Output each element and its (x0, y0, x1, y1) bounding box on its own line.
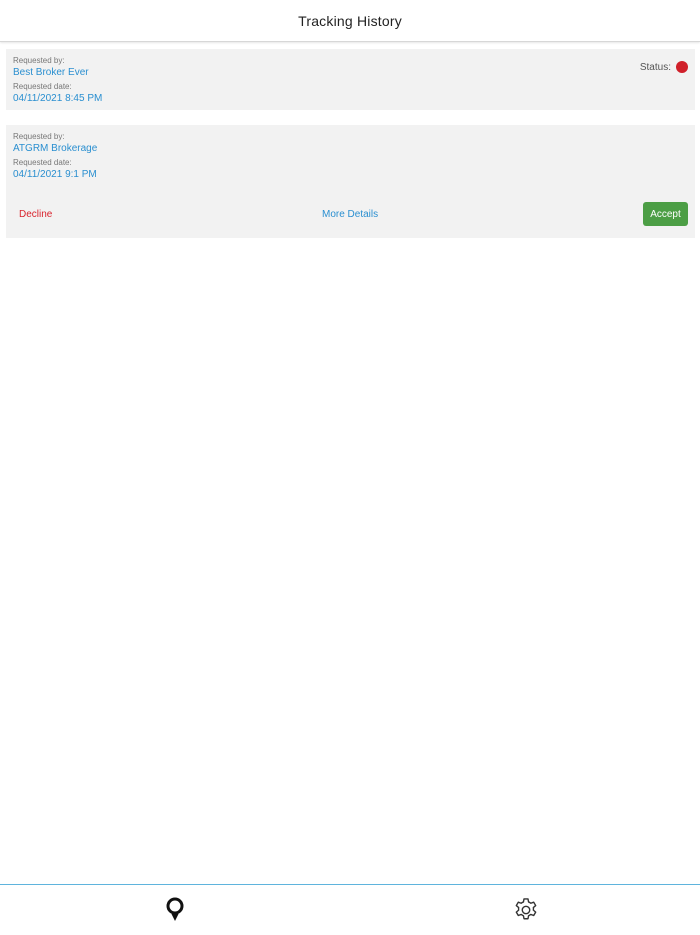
requested-by-value: Best Broker Ever (13, 67, 89, 78)
requested-date-label: Requested date: (13, 158, 72, 167)
navigation-bar: Tracking History (0, 0, 700, 42)
gear-icon (515, 898, 537, 920)
requested-by-label: Requested by: (13, 132, 65, 141)
requested-by-label: Requested by: (13, 56, 65, 65)
tab-bar (0, 884, 700, 935)
tab-location[interactable] (160, 895, 190, 925)
location-pin-icon (166, 897, 184, 921)
more-details-button[interactable]: More Details (322, 209, 378, 220)
status-label: Status: (639, 61, 671, 73)
requested-date-value: 04/11/2021 8:45 PM (13, 93, 103, 104)
requested-date-value: 04/11/2021 9:1 PM (13, 169, 97, 180)
tracking-request-card[interactable]: Requested by: Best Broker Ever Requested… (6, 49, 695, 110)
decline-button[interactable]: Decline (19, 209, 52, 220)
tracking-request-card: Requested by: ATGRM Brokerage Requested … (6, 125, 695, 238)
requested-by-value: ATGRM Brokerage (13, 143, 98, 154)
page-title: Tracking History (298, 12, 402, 29)
requested-date-label: Requested date: (13, 82, 72, 91)
status-indicator: Status: (640, 61, 688, 73)
tab-settings[interactable] (511, 895, 541, 925)
status-dot (676, 61, 688, 73)
accept-button[interactable]: Accept (643, 202, 688, 226)
